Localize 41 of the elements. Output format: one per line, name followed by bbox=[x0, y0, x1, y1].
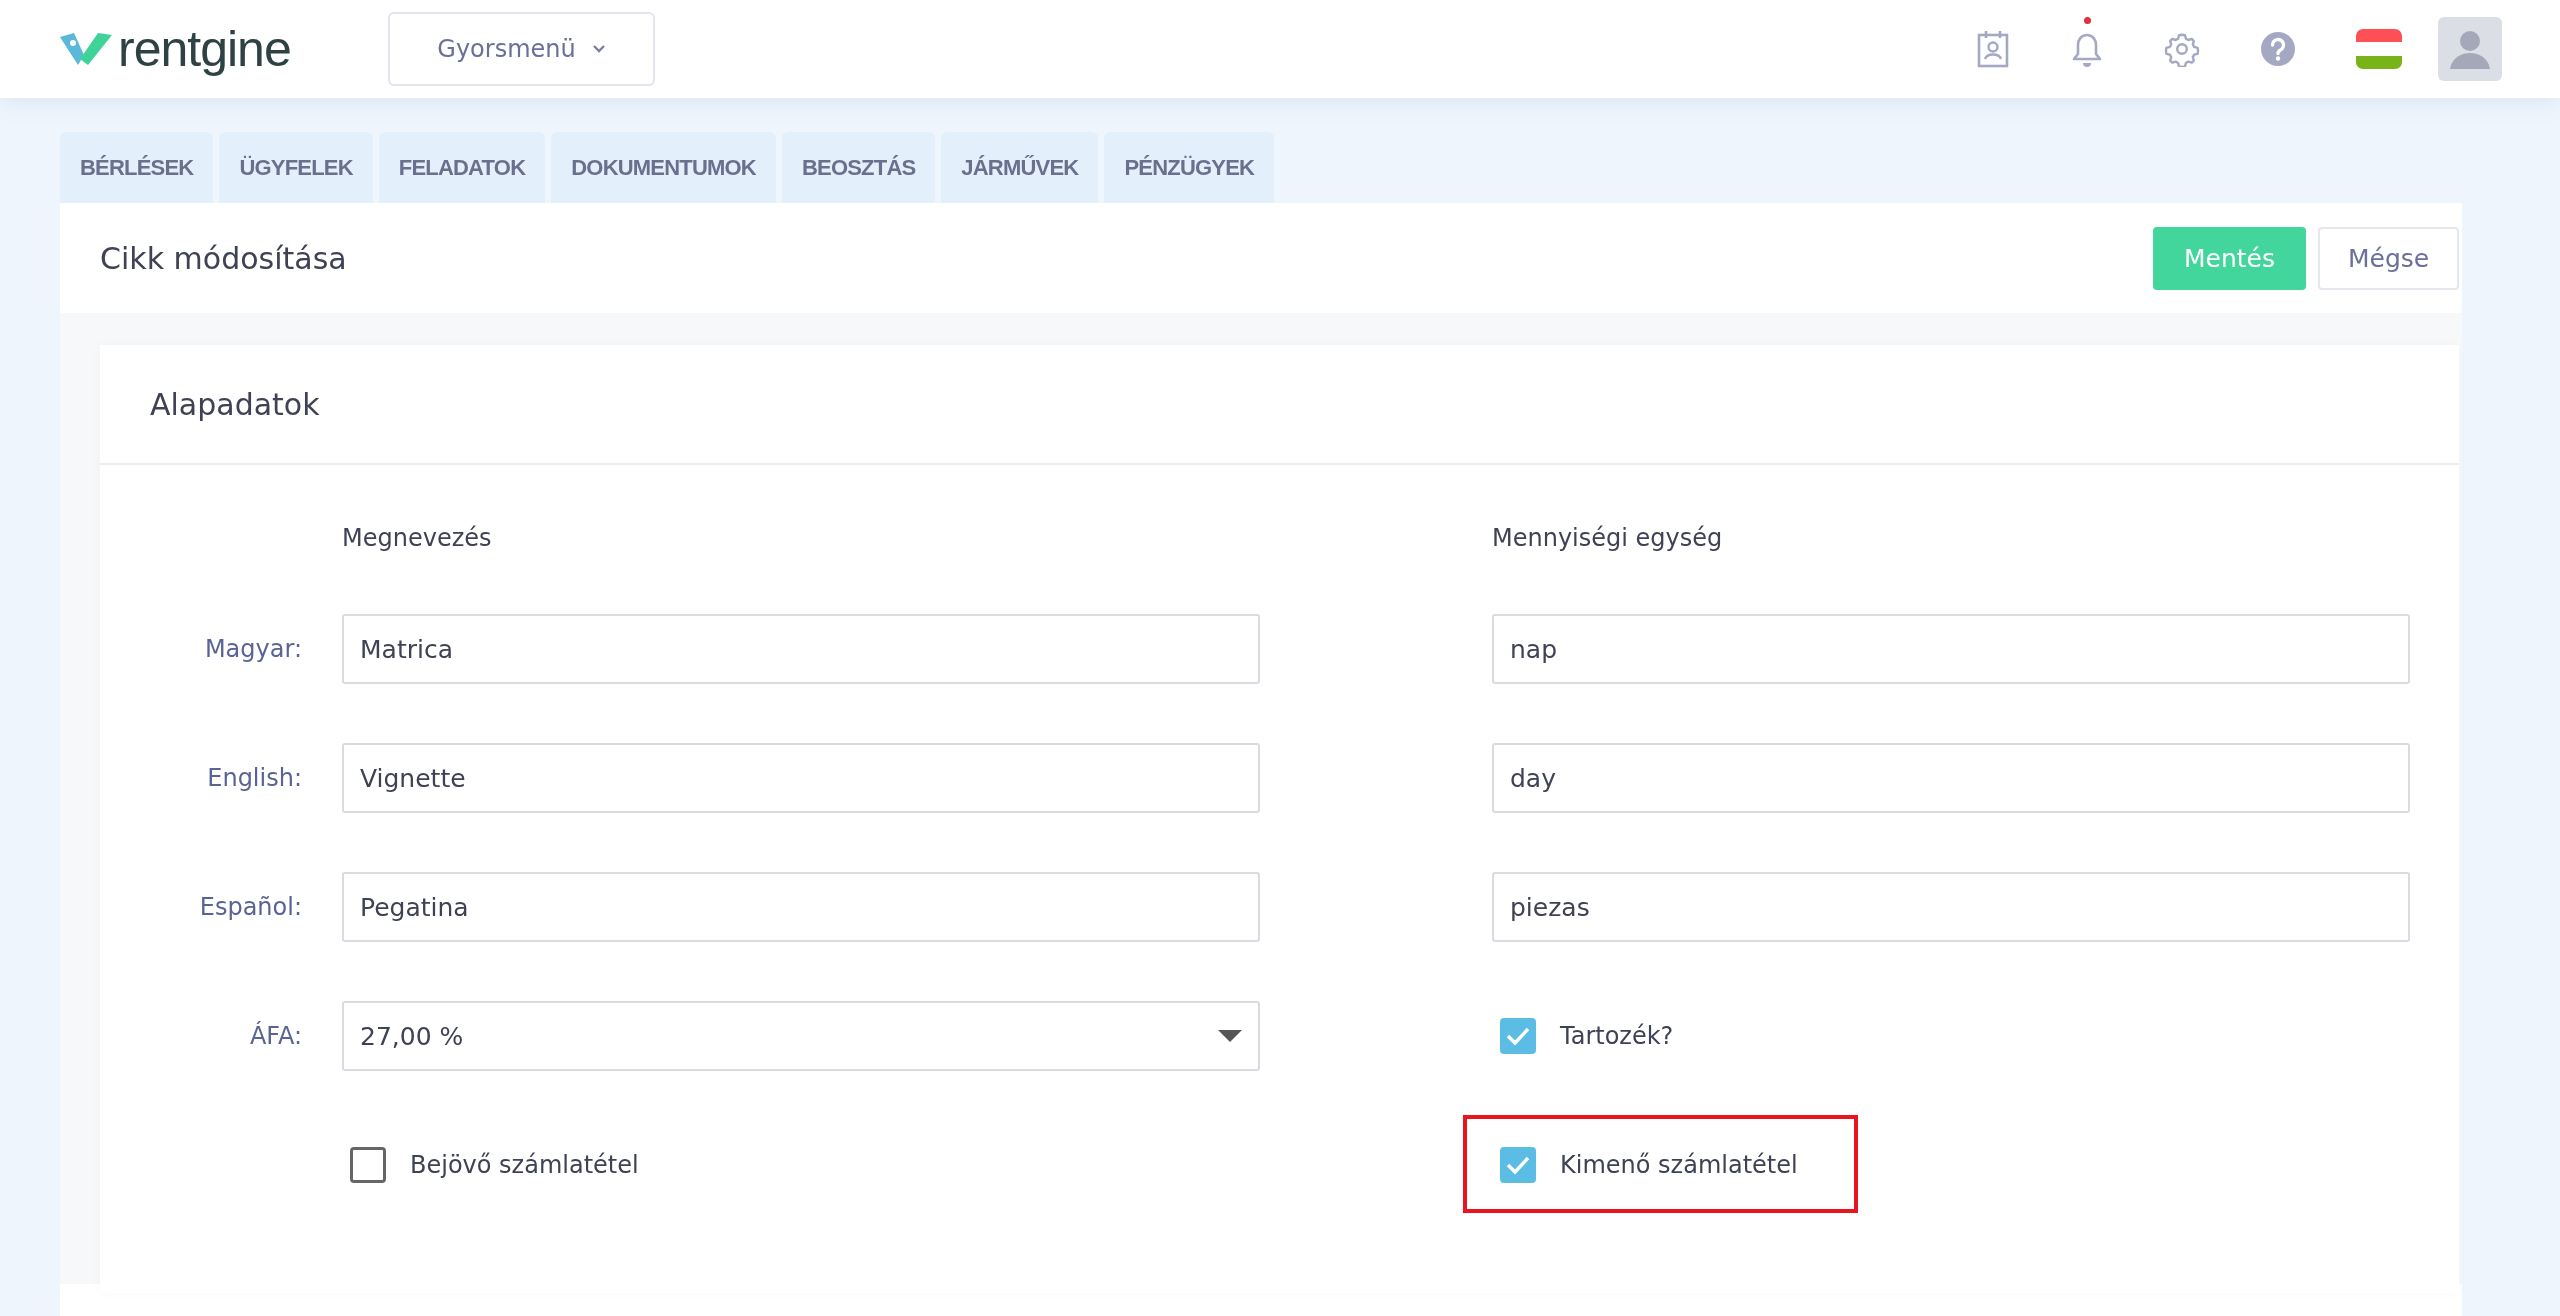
checkmark-icon bbox=[1505, 1154, 1531, 1176]
nav-tab[interactable]: ÜGYFELEK bbox=[219, 132, 373, 203]
avatar-icon[interactable] bbox=[2438, 17, 2502, 81]
contacts-icon[interactable] bbox=[1976, 29, 2010, 69]
column-heading: Megnevezés bbox=[342, 524, 492, 552]
settings-icon[interactable] bbox=[2164, 31, 2200, 67]
section-title: Alapadatok bbox=[100, 345, 2459, 465]
checkbox[interactable] bbox=[1500, 1018, 1536, 1054]
field-label: Español: bbox=[199, 893, 302, 921]
text-field[interactable]: Pegatina bbox=[342, 872, 1260, 942]
field-label: English: bbox=[207, 764, 302, 792]
text-field[interactable]: nap bbox=[1492, 614, 2410, 684]
select-value: 27,00 % bbox=[360, 1021, 464, 1051]
logo-text: rentgine bbox=[118, 24, 291, 74]
checkbox[interactable] bbox=[1500, 1147, 1536, 1183]
vat-select[interactable]: 27,00 % bbox=[342, 1001, 1260, 1071]
nav-tab[interactable]: BÉRLÉSEK bbox=[60, 132, 214, 203]
text-field[interactable]: Vignette bbox=[342, 743, 1260, 813]
cancel-button[interactable]: Mégse bbox=[2318, 226, 2459, 290]
checkbox-label: Tartozék? bbox=[1560, 1022, 1674, 1050]
nav-tab[interactable]: PÉNZÜGYEK bbox=[1104, 132, 1275, 203]
field-label: ÁFA: bbox=[249, 1022, 302, 1050]
field-label: Magyar: bbox=[204, 635, 302, 663]
text-field[interactable]: Matrica bbox=[342, 614, 1260, 684]
flag-icon[interactable] bbox=[2356, 29, 2402, 69]
column-heading: Mennyiségi egység bbox=[1492, 524, 1723, 552]
text-field[interactable]: day bbox=[1492, 743, 2410, 813]
quick-menu-button[interactable]: Gyorsmenü bbox=[388, 12, 655, 86]
checkbox-label: Bejövő számlatétel bbox=[410, 1151, 639, 1179]
page-title: Cikk módosítása bbox=[100, 240, 347, 276]
checkbox[interactable] bbox=[350, 1147, 386, 1183]
text-field[interactable]: piezas bbox=[1492, 872, 2410, 942]
help-icon[interactable] bbox=[2260, 31, 2296, 67]
nav-tab[interactable]: BEOSZTÁS bbox=[781, 132, 936, 203]
dropdown-arrow-icon bbox=[1218, 1030, 1242, 1042]
nav-tab[interactable]: JÁRMŰVEK bbox=[941, 132, 1099, 203]
nav-tab[interactable]: DOKUMENTUMOK bbox=[551, 132, 776, 203]
checkmark-icon bbox=[1505, 1025, 1531, 1047]
caret-icon bbox=[591, 44, 606, 54]
checkbox-label: Kimenő számlatétel bbox=[1560, 1151, 1798, 1179]
nav-tab[interactable]: FELADATOK bbox=[378, 132, 546, 203]
